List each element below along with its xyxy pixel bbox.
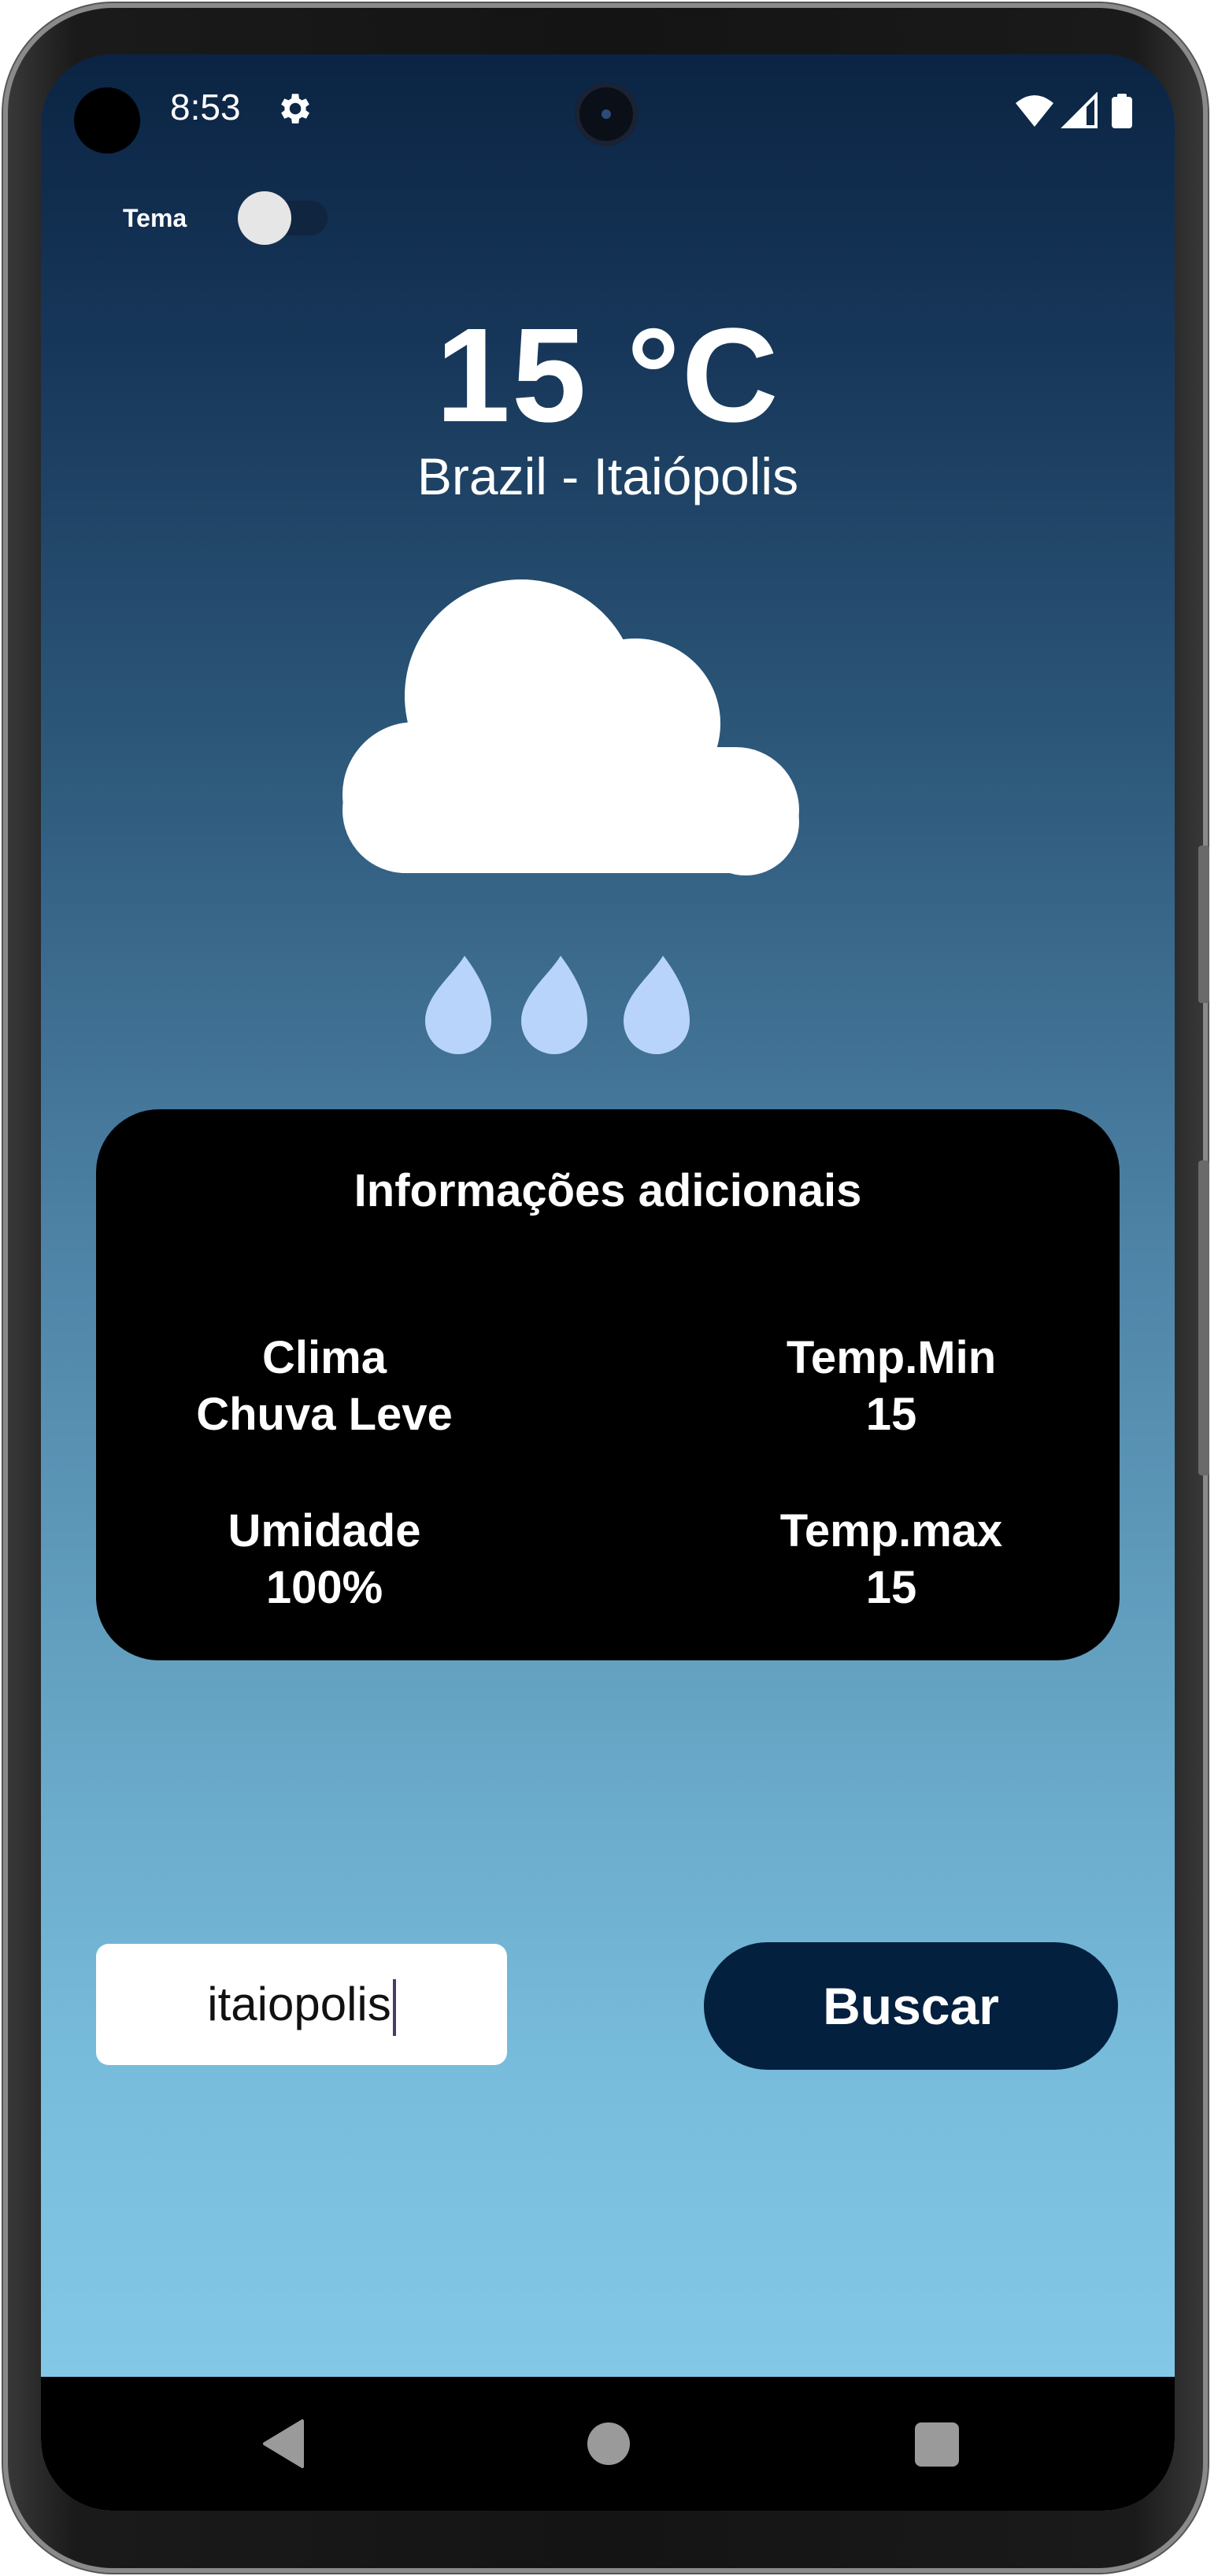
status-dot (74, 87, 140, 154)
theme-toggle[interactable] (238, 191, 328, 245)
front-camera (575, 83, 638, 146)
search-button[interactable]: Buscar (704, 1942, 1118, 2070)
search-input[interactable]: itaiopolis (96, 1944, 507, 2065)
umidade-cell: Umidade 100% (128, 1503, 521, 1616)
status-time: 8:53 (170, 87, 241, 128)
volume-button (1198, 1160, 1209, 1475)
navigation-bar (41, 2377, 1175, 2511)
back-icon[interactable] (261, 2418, 309, 2470)
recents-icon[interactable] (915, 2422, 959, 2467)
temp-max-cell: Temp.max 15 (694, 1503, 1088, 1616)
power-button (1198, 846, 1209, 1003)
umidade-label: Umidade (228, 1505, 421, 1556)
info-card-title: Informações adicionais (354, 1165, 862, 1216)
home-icon[interactable] (587, 2422, 630, 2465)
phone-frame: 8:53 Tema 15 °C Brazil - Itaiópolis Info… (3, 3, 1209, 2573)
temp-min-label: Temp.Min (786, 1332, 997, 1383)
temp-min-cell: Temp.Min 15 (694, 1330, 1088, 1443)
info-card: Informações adicionais Clima Chuva Leve … (96, 1109, 1120, 1660)
clima-label: Clima (262, 1332, 387, 1383)
temperature-display: 15 °C (435, 301, 780, 450)
system-status-icons (1016, 92, 1132, 128)
status-bar: 8:53 (41, 54, 1175, 165)
text-caret (392, 1979, 396, 2037)
clima-value: Chuva Leve (196, 1389, 453, 1440)
temp-max-value: 15 (865, 1562, 917, 1613)
search-input-text: itaiopolis (207, 1978, 391, 2030)
gear-icon (281, 94, 309, 124)
temp-max-label: Temp.max (779, 1505, 1003, 1556)
rain-cloud-icon (342, 579, 799, 1054)
wifi-icon (1016, 95, 1053, 127)
clima-cell: Clima Chuva Leve (128, 1330, 521, 1443)
temp-min-value: 15 (865, 1389, 917, 1440)
theme-label: Tema (123, 204, 187, 232)
location-label: Brazil - Itaiópolis (416, 447, 799, 505)
umidade-value: 100% (265, 1562, 383, 1613)
toggle-knob (238, 191, 291, 245)
app-screen: 8:53 Tema 15 °C Brazil - Itaiópolis Info… (41, 54, 1175, 2511)
battery-icon (1112, 97, 1132, 128)
